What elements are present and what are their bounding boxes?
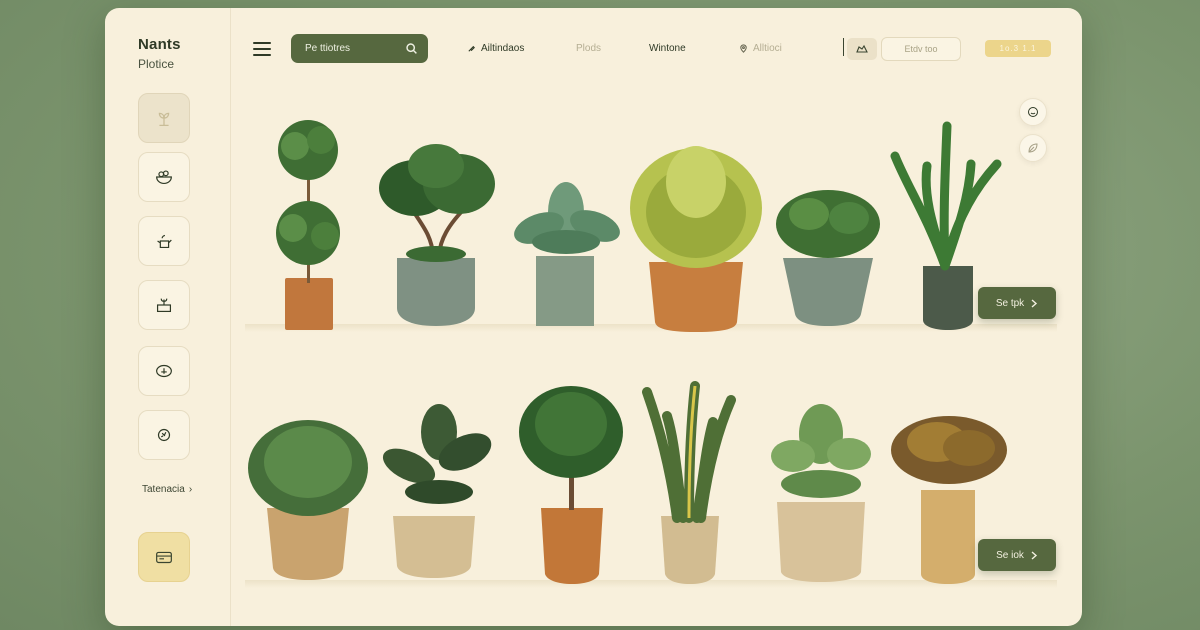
header-divider [843,38,844,56]
chat-button[interactable] [847,38,877,60]
chevron-right-icon [1031,550,1037,560]
plant-calathea[interactable] [509,178,623,330]
nav-label: Alltioci [753,43,782,54]
leaf-icon [1028,143,1038,153]
row-2-select-button[interactable]: Se iok [978,539,1056,571]
cart-pill[interactable]: 1o.3 1.1 [985,40,1051,57]
plant-rubber-tree[interactable] [369,400,499,582]
shop-card-icon [156,551,172,564]
plant-bonsai[interactable] [373,136,499,330]
app-window: Nants Plotice Tatenacia › Pe ttiotres Ai… [105,8,1082,626]
sidebar: Nants Plotice Tatenacia › [105,8,231,626]
nav-item-4[interactable]: Alltioci [739,43,782,54]
sidebar-item-orders[interactable] [138,280,190,330]
plant-succulent[interactable] [769,394,873,584]
sidebar-item-shop[interactable] [138,532,190,582]
top-header: Pe ttiotres Ailtindaos Plods Wintone All… [231,8,1082,88]
sidebar-link-more[interactable]: Tatenacia › [142,484,192,495]
menu-icon[interactable] [253,42,271,56]
nav-label: Plods [576,43,602,54]
plant-sprout-icon [158,112,170,126]
sidebar-item-home[interactable] [138,93,190,143]
search-icon[interactable] [405,42,418,55]
nav-item-3[interactable]: Wintone [649,43,686,54]
chevron-right-icon: › [188,484,193,495]
brand: Nants Plotice [138,36,181,71]
plant-snake-plant[interactable] [641,381,737,584]
profile-button[interactable] [1019,98,1047,126]
plant-pilea[interactable] [769,178,887,330]
nav-label: Wintone [649,43,686,54]
search-input[interactable]: Pe ttiotres [305,43,350,54]
search-bar[interactable]: Pe ttiotres [291,34,428,63]
pin-icon [468,45,475,52]
brand-title: Nants [138,36,181,53]
watering-can-icon [157,234,172,249]
nav-item-2[interactable]: Plods [576,43,601,54]
sidebar-item-pots[interactable] [138,346,190,396]
sidebar-item-care[interactable] [138,216,190,266]
plant-mini-tree[interactable] [515,384,627,584]
location-pin-icon [740,44,747,53]
nav-label: Ailtindaos [481,43,525,54]
row-1-select-button[interactable]: Se tpk [978,287,1056,319]
globe-plant-icon [157,428,171,442]
favorites-button[interactable] [1019,134,1047,162]
row-2-button-label: Se iok [996,549,1024,561]
row-1-button-label: Se tpk [995,297,1025,309]
account-pill[interactable]: Etdv too [881,37,961,61]
salad-bowl-icon [156,170,172,185]
sidebar-item-explore[interactable] [138,410,190,460]
pot-icon [156,364,172,378]
plant-box-icon [156,298,172,313]
nav-item-1[interactable]: Ailtindaos [467,43,524,54]
sidebar-item-catalog[interactable] [138,152,190,202]
plant-grass-palm[interactable] [623,122,769,332]
sidebar-link-label: Tatenacia [142,484,185,495]
chat-icon [856,44,868,53]
face-icon [1028,107,1038,117]
chevron-right-icon [1031,298,1038,308]
brand-subtitle: Plotice [138,57,175,71]
plant-topiary[interactable] [263,118,353,330]
plant-asparagus-fern[interactable] [245,412,371,582]
